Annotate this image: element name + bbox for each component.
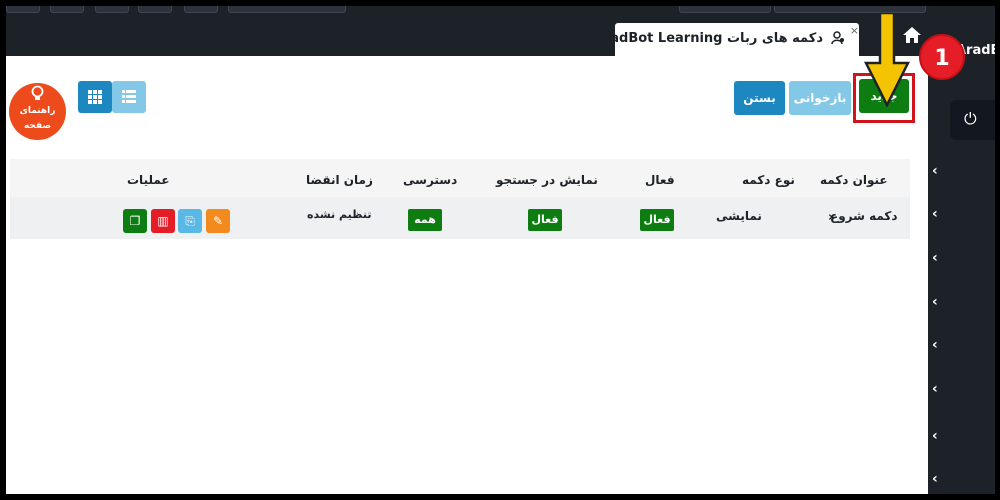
sidebar: ⏻ ‹ ‹ ‹ ‹ ‹ ‹ ‹ ‹ [928, 56, 995, 494]
grid-view-button[interactable] [78, 81, 112, 113]
lightbulb-icon [31, 85, 44, 100]
power-icon: ⏻ [964, 109, 977, 128]
step-badge: 1 [919, 34, 965, 80]
buttons-table: عنوان دکمه نوع دکمه فعال نمایش در جستجو … [10, 159, 910, 239]
tab-aradbot-buttons[interactable]: دکمه های ربات AradBot Learning × [594, 23, 859, 56]
column-header-title: عنوان دکمه [820, 173, 888, 187]
close-icon[interactable]: × [850, 24, 859, 37]
power-button[interactable]: ⏻ [950, 100, 995, 140]
chevron-left-icon[interactable]: ‹ [932, 206, 938, 222]
duplicate-icon[interactable]: ❐ [123, 209, 147, 233]
chevron-left-icon[interactable]: ‹ [932, 381, 938, 397]
browser-top-strip [6, 6, 995, 16]
strip-button[interactable] [6, 6, 40, 13]
close-button[interactable]: بستن [734, 81, 785, 115]
page-guide-label: راهنمای صفحه [19, 106, 56, 131]
access-badge: همه [408, 209, 442, 231]
edit-icon[interactable]: ✎ [206, 209, 230, 233]
page-guide-button[interactable]: راهنمای صفحه [9, 83, 66, 140]
active-badge: فعال [640, 209, 674, 231]
table-row[interactable]: ‹ دکمه شروع نمایشی فعال فعال همه تنظیم ن… [10, 197, 910, 239]
strip-button[interactable] [138, 6, 172, 13]
copy-icon[interactable]: ⎘ [178, 209, 202, 233]
list-icon [122, 90, 136, 103]
strip-button[interactable] [95, 6, 129, 13]
app-header: دکمه های ربات AradBot Learning × AradB [6, 16, 995, 58]
user-icon [831, 31, 844, 45]
strip-button[interactable] [184, 6, 218, 13]
chevron-left-icon[interactable]: ‹ [932, 337, 938, 353]
column-header-type: نوع دکمه [742, 173, 795, 187]
chevron-left-icon[interactable]: ‹ [932, 428, 938, 444]
column-header-actions: عملیات [127, 173, 170, 187]
app-frame: دکمه های ربات AradBot Learning × AradB ⏻… [6, 6, 995, 494]
cell-type: نمایشی [716, 209, 762, 223]
chevron-left-icon[interactable]: ‹ [932, 471, 938, 487]
strip-button[interactable] [50, 6, 84, 13]
strip-button[interactable] [774, 6, 926, 13]
reload-button[interactable]: بازخوانی [789, 81, 851, 115]
column-header-access: دسترسی [403, 173, 458, 187]
column-header-search: نمایش در جستجو [496, 173, 598, 187]
grid-icon [88, 90, 102, 104]
list-view-button[interactable] [112, 81, 146, 113]
cell-expiry: تنظیم نشده [307, 208, 372, 221]
delete-icon[interactable]: ▥ [151, 209, 175, 233]
chevron-left-icon[interactable]: ‹ [932, 250, 938, 266]
annotation-arrow [864, 13, 910, 108]
search-badge: فعال [528, 209, 562, 231]
column-header-expiry: زمان انقضا [306, 173, 373, 187]
tab-title: دکمه های ربات AradBot Learning [593, 31, 823, 46]
chevron-left-icon[interactable]: ‹ [932, 163, 938, 179]
column-header-active: فعال [645, 173, 675, 187]
chevron-left-icon[interactable]: ‹ [932, 294, 938, 310]
cell-title: دکمه شروع [830, 209, 898, 223]
strip-button[interactable] [679, 6, 771, 13]
strip-button[interactable] [228, 6, 346, 13]
